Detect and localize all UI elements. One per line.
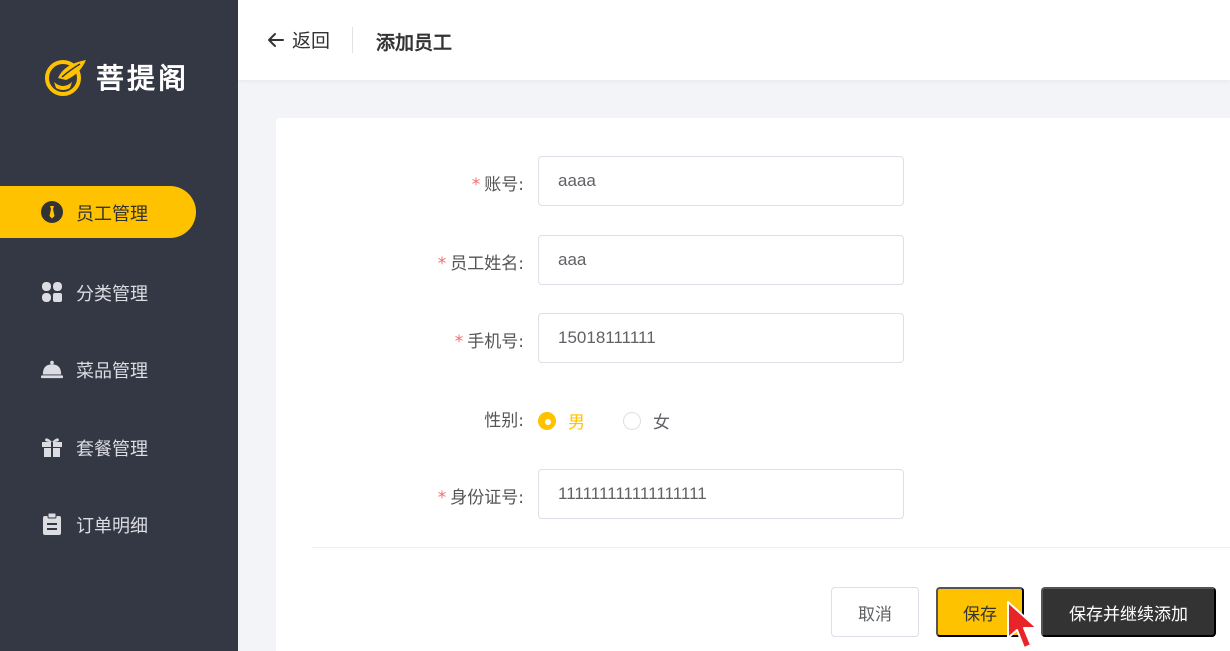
sidebar-item-label: 套餐管理 [76, 439, 148, 460]
required-mark: * [437, 488, 447, 508]
arrow-left-icon [268, 32, 284, 47]
back-label: 返回 [292, 30, 331, 52]
id-number-input[interactable] [538, 469, 904, 519]
clipboard-icon [41, 513, 63, 535]
gender-row: 性别: 男 女 [276, 392, 976, 442]
sidebar-item-label: 菜品管理 [76, 361, 148, 382]
name-row: * 员工姓名: [276, 235, 976, 285]
phone-label: * 手机号: [454, 332, 524, 352]
required-mark: * [471, 175, 481, 195]
radio-label: 男 [568, 413, 585, 433]
sidebar-item-label: 员工管理 [76, 204, 148, 225]
employee-icon [41, 201, 63, 223]
header-divider [352, 27, 353, 53]
radio-checked-icon [538, 411, 556, 430]
sidebar-item-orders[interactable]: 订单明细 [0, 498, 196, 550]
back-button[interactable]: 返回 [266, 26, 330, 53]
phone-input[interactable] [538, 313, 904, 363]
account-label: * 账号: [471, 175, 524, 195]
id-number-row: * 身份证号: [276, 469, 976, 519]
gender-label: 性别: [484, 411, 524, 431]
required-mark: * [454, 332, 464, 352]
sidebar-item-package[interactable]: 套餐管理 [0, 421, 196, 473]
sidebar-item-label: 订单明细 [76, 516, 148, 537]
phone-row: * 手机号: [276, 313, 976, 363]
sidebar-item-category[interactable]: 分类管理 [0, 266, 196, 318]
form-divider [312, 547, 1230, 548]
category-grid-icon [41, 281, 63, 303]
id-number-label: * 身份证号: [437, 488, 524, 508]
sidebar: 菩提阁 员工管理 分类管理 菜品管理 套餐管理 订单明细 [0, 0, 238, 651]
gift-package-icon [41, 436, 63, 458]
cancel-button[interactable]: 取消 [831, 587, 919, 637]
gender-radio-female[interactable]: 女 [623, 408, 670, 433]
sidebar-item-employee[interactable]: 员工管理 [0, 186, 196, 238]
gender-radio-male[interactable]: 男 [538, 408, 585, 433]
name-label: * 员工姓名: [437, 254, 524, 274]
page-title: 添加员工 [376, 32, 453, 54]
radio-label: 女 [653, 413, 670, 433]
dish-cloche-icon [41, 358, 63, 380]
required-mark: * [437, 254, 447, 274]
radio-unchecked-icon [623, 411, 641, 430]
account-row: * 账号: [276, 156, 976, 206]
brand-logo: 菩提阁 [44, 56, 189, 98]
brand-name: 菩提阁 [96, 62, 190, 95]
bodhi-logo-icon [45, 60, 86, 96]
account-input[interactable] [538, 156, 904, 206]
sidebar-item-label: 分类管理 [76, 284, 148, 305]
save-and-continue-button[interactable]: 保存并继续添加 [1041, 587, 1216, 637]
employee-form-card: *账号: *员工姓名: *手机号: 性别: 男 女 *身份证号: 取消 保存 保… [276, 118, 1230, 651]
mouse-pointer-icon [1007, 601, 1038, 649]
page-header: 返回 添加员工 [238, 0, 1230, 80]
employee-name-input[interactable] [538, 235, 904, 285]
sidebar-item-dish[interactable]: 菜品管理 [0, 343, 196, 395]
